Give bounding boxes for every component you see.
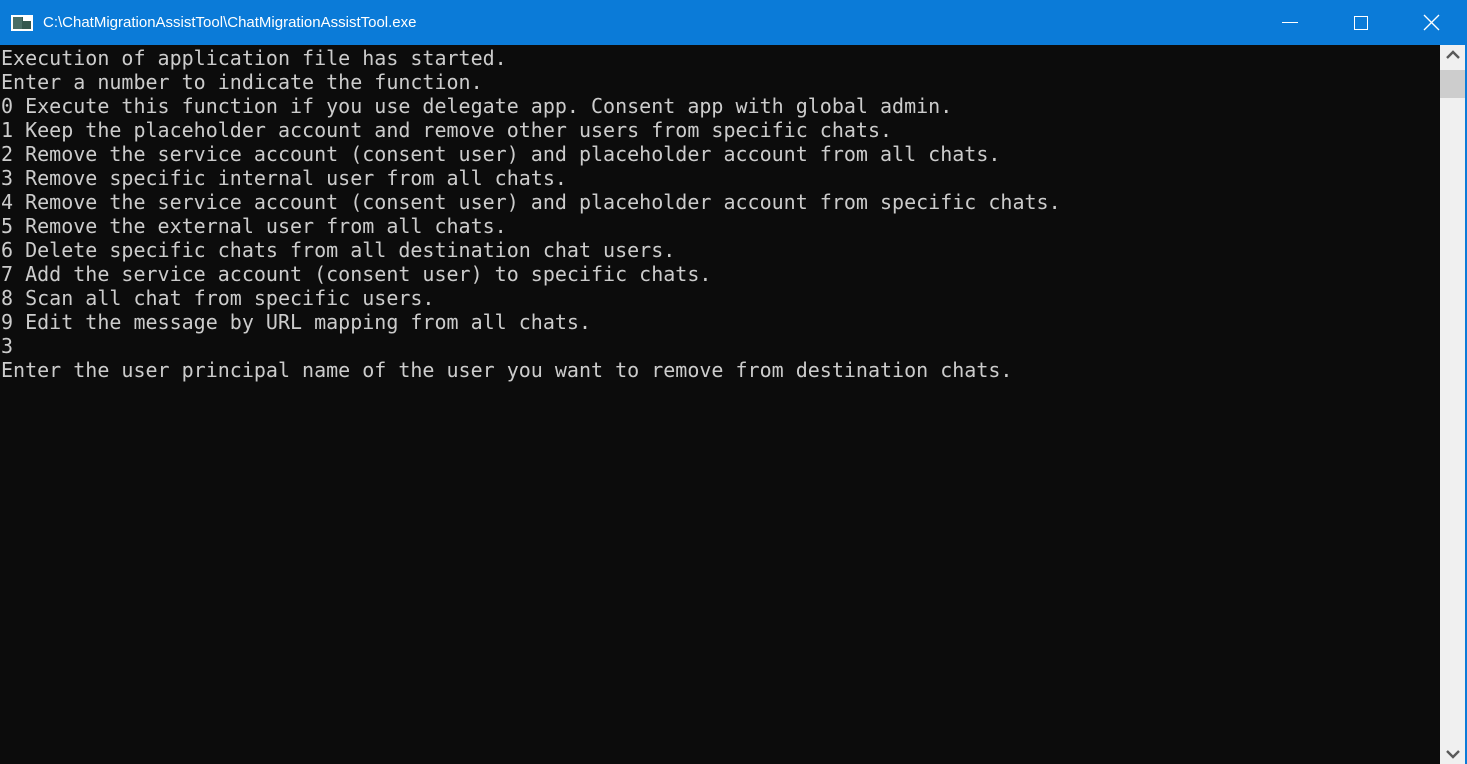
console-viewport[interactable]: Execution of application file has starte… — [0, 45, 1438, 764]
console-window: C:\ChatMigrationAssistTool\ChatMigration… — [0, 0, 1467, 764]
console-line: Execution of application file has starte… — [1, 46, 1438, 70]
scrollbar-thumb[interactable] — [1440, 70, 1465, 98]
console-line: Enter the user principal name of the use… — [1, 358, 1438, 382]
maximize-icon — [1354, 16, 1368, 30]
console-line: 6 Delete specific chats from all destina… — [1, 238, 1438, 262]
console-line: 3 — [1, 334, 1438, 358]
vertical-scrollbar[interactable] — [1440, 45, 1465, 764]
console-line: 3 Remove specific internal user from all… — [1, 166, 1438, 190]
window-title: C:\ChatMigrationAssistTool\ChatMigration… — [43, 14, 1254, 31]
minimize-icon — [1282, 22, 1298, 23]
console-line: 8 Scan all chat from specific users. — [1, 286, 1438, 310]
console-window-icon — [10, 11, 34, 35]
console-app-icon[interactable] — [10, 11, 34, 35]
console-line: 1 Keep the placeholder account and remov… — [1, 118, 1438, 142]
console-line: 5 Remove the external user from all chat… — [1, 214, 1438, 238]
console-line: 0 Execute this function if you use deleg… — [1, 94, 1438, 118]
scroll-down-button[interactable] — [1440, 744, 1465, 764]
close-icon — [1423, 14, 1440, 31]
console-line: 2 Remove the service account (consent us… — [1, 142, 1438, 166]
chevron-up-icon — [1445, 50, 1461, 60]
titlebar[interactable]: C:\ChatMigrationAssistTool\ChatMigration… — [0, 0, 1467, 45]
console-line: 9 Edit the message by URL mapping from a… — [1, 310, 1438, 334]
close-button[interactable] — [1396, 0, 1467, 45]
chevron-down-icon — [1445, 749, 1461, 759]
console-line: 4 Remove the service account (consent us… — [1, 190, 1438, 214]
scroll-up-button[interactable] — [1440, 45, 1465, 65]
maximize-button[interactable] — [1325, 0, 1396, 45]
console-line: Enter a number to indicate the function. — [1, 70, 1438, 94]
console-line: 7 Add the service account (consent user)… — [1, 262, 1438, 286]
caption-buttons — [1254, 0, 1467, 45]
minimize-button[interactable] — [1254, 0, 1325, 45]
